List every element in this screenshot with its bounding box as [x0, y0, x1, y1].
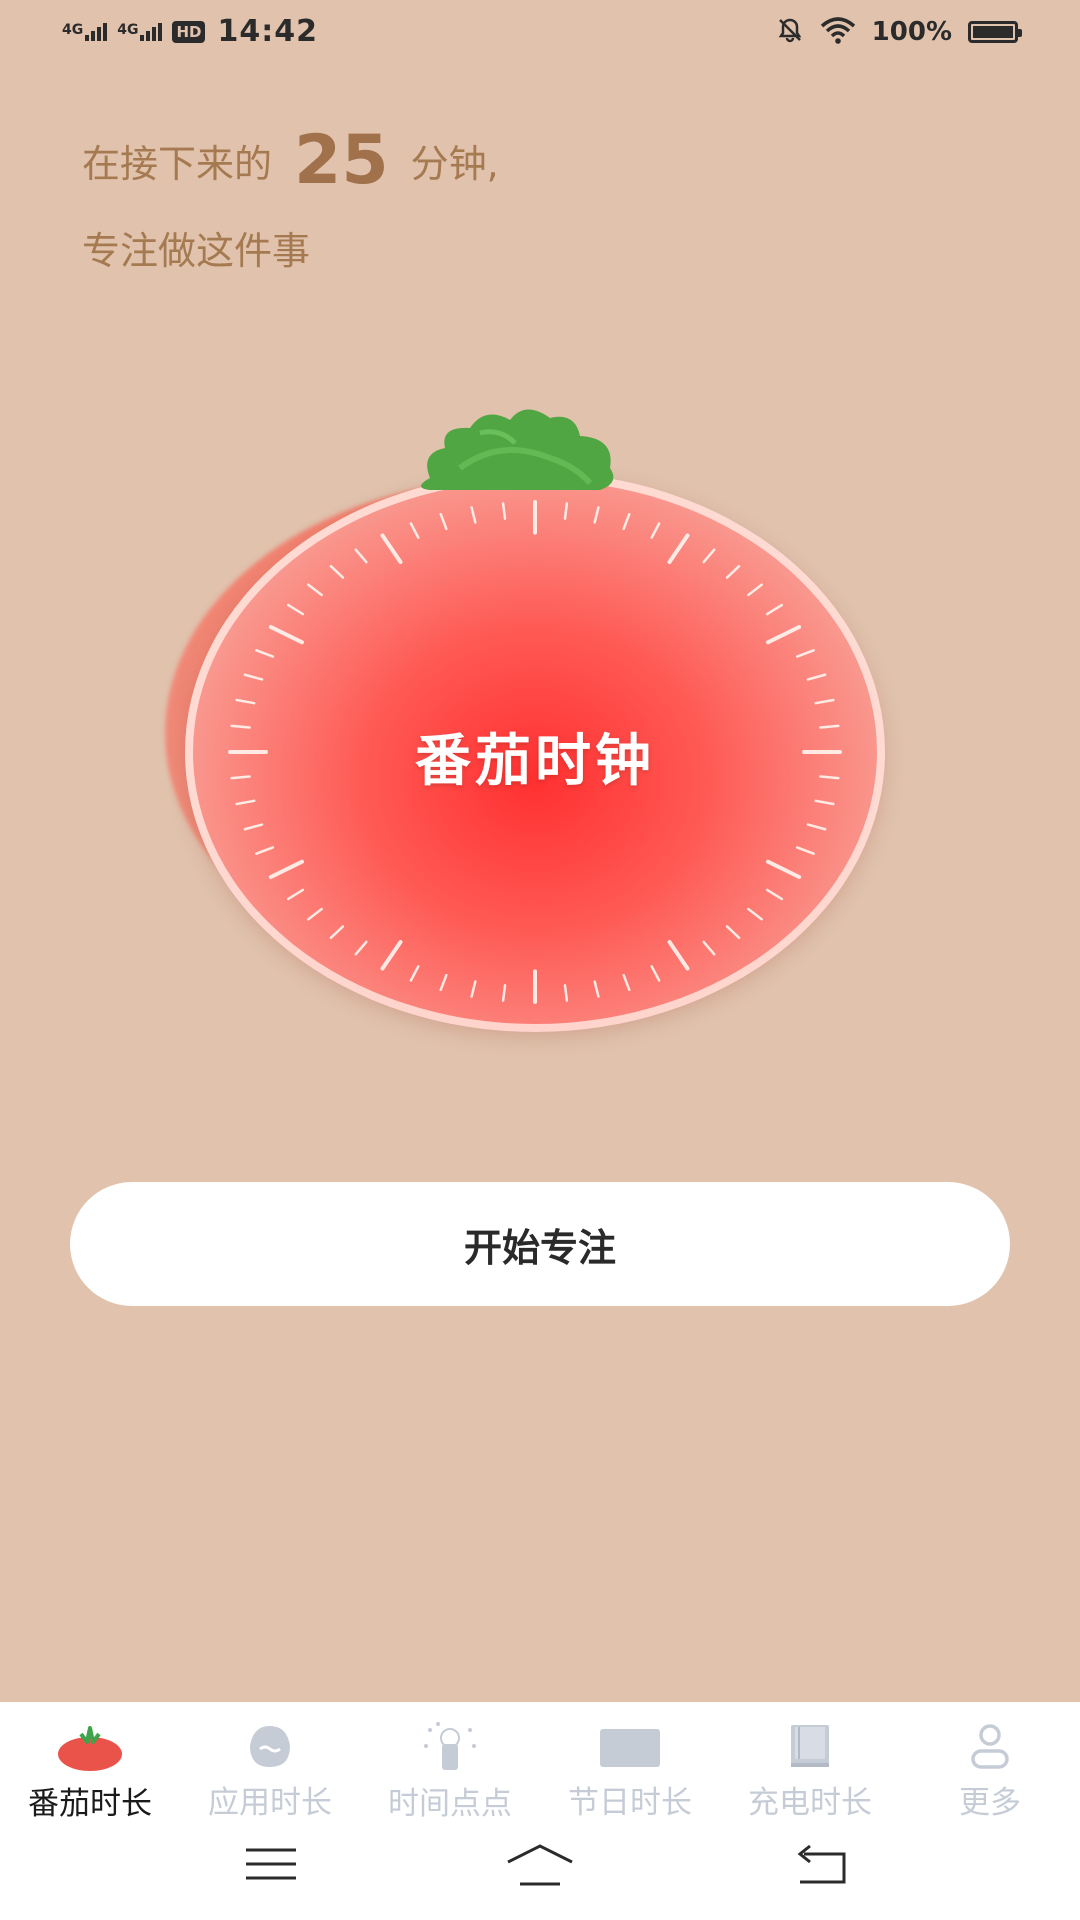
dial-minor-tick [286, 603, 305, 616]
dial-minor-tick [814, 698, 835, 705]
dial-minor-tick [329, 925, 345, 940]
tomato-leaf-icon [421, 409, 614, 490]
dial-minor-tick [235, 698, 256, 705]
dial-minor-tick [622, 973, 631, 992]
app-time-icon [245, 1720, 295, 1771]
headline-prefix: 在接下来的 [82, 141, 273, 186]
dial-minor-tick [747, 583, 763, 597]
dial-minor-tick [725, 925, 741, 940]
dial-minor-tick [725, 564, 741, 579]
nav-item-app-duration[interactable]: 应用时长 [180, 1702, 360, 1822]
dial-minor-tick [409, 522, 420, 539]
dial-minor-tick [593, 506, 600, 524]
time-dots-icon [418, 1720, 482, 1772]
tomato-clock[interactable]: 番茄时钟 [160, 398, 900, 1058]
nav-label: 番茄时长 [28, 1786, 152, 1822]
dial-minor-tick [235, 799, 256, 806]
wifi-icon [820, 16, 856, 48]
dial-minor-tick [501, 984, 507, 1002]
dial-minor-tick [563, 502, 569, 520]
dial-minor-tick [747, 907, 763, 921]
battery-percent: 100% [871, 17, 952, 47]
nav-label: 时间点点 [388, 1786, 512, 1822]
dial-major-tick [765, 859, 802, 879]
focus-headline: 在接下来的 25 分钟, 专注做这件事 [82, 118, 499, 275]
nav-label: 充电时长 [748, 1785, 872, 1821]
dial-minor-tick [409, 965, 420, 982]
dial-minor-tick [702, 548, 716, 564]
dial-minor-tick [307, 583, 323, 597]
dial-minor-tick [795, 846, 815, 855]
dial-major-tick [667, 533, 690, 564]
dial-major-tick [380, 940, 403, 971]
status-left: 4G 4G HD 14:42 [62, 14, 318, 49]
nav-item-time-dots[interactable]: 时间点点 [360, 1702, 540, 1822]
dial-minor-tick [255, 649, 275, 658]
dial-minor-tick [795, 649, 815, 658]
battery-icon [968, 21, 1022, 43]
system-nav-bar [0, 1822, 1080, 1920]
dial-minor-tick [622, 512, 631, 531]
tomato-icon [55, 1720, 125, 1772]
dial-minor-tick [765, 888, 784, 901]
dial-minor-tick [765, 603, 784, 616]
nav-item-more[interactable]: 更多 [900, 1702, 1080, 1822]
hd-icon: HD [172, 20, 206, 43]
dial-minor-tick [501, 502, 507, 520]
book-icon [785, 1720, 835, 1771]
dial-minor-tick [650, 965, 661, 982]
dial-minor-tick [470, 506, 477, 524]
dial-minor-tick [255, 846, 275, 855]
mute-bell-icon [776, 16, 804, 48]
home-icon[interactable] [504, 1844, 576, 1892]
dial-minor-tick [243, 673, 264, 681]
dial-minor-tick [439, 973, 448, 992]
dial-minor-tick [806, 673, 827, 681]
dial-major-tick [667, 940, 690, 971]
dial-minor-tick [286, 888, 305, 901]
dial-minor-tick [439, 512, 448, 531]
dial-major-tick [765, 625, 802, 645]
headline-task: 专注做这件事 [82, 229, 311, 273]
bottom-nav: 番茄时长 应用时长 时间点点 节日时长 充电时长 更多 [0, 1702, 1080, 1822]
nav-label: 应用时长 [208, 1785, 332, 1821]
dial-minor-tick [354, 548, 368, 564]
tomato-title: 番茄时钟 [415, 729, 655, 794]
dial-minor-tick [650, 522, 661, 539]
dial-minor-tick [702, 940, 716, 956]
status-time: 14:42 [217, 14, 318, 49]
dial-major-tick [380, 533, 403, 564]
headline-suffix: 分钟, [410, 141, 499, 186]
dial-minor-tick [354, 940, 368, 956]
dial-minor-tick [470, 980, 477, 998]
dial-minor-tick [329, 564, 345, 579]
dial-major-tick [268, 859, 305, 879]
nav-label: 更多 [959, 1785, 1021, 1821]
status-bar: 4G 4G HD 14:42 100% [0, 0, 1080, 70]
nav-item-charging-duration[interactable]: 充电时长 [720, 1702, 900, 1822]
status-right: 100% [776, 16, 1022, 48]
dial-minor-tick [563, 984, 569, 1002]
back-icon[interactable] [794, 1844, 850, 1892]
dial-minor-tick [806, 823, 827, 831]
dial-minor-tick [593, 980, 600, 998]
nav-item-tomato-duration[interactable]: 番茄时长 [0, 1702, 180, 1822]
nav-label: 节日时长 [568, 1785, 692, 1821]
signal-icon-2: 4G [117, 22, 163, 41]
start-focus-button[interactable]: 开始专注 [70, 1182, 1010, 1306]
dial-major-tick [268, 625, 305, 645]
nav-item-holiday-duration[interactable]: 节日时长 [540, 1702, 720, 1822]
focus-minutes[interactable]: 25 [294, 121, 389, 200]
menu-icon[interactable] [244, 1844, 298, 1888]
dial-minor-tick [307, 907, 323, 921]
user-icon [965, 1720, 1015, 1771]
signal-icon-1: 4G [62, 22, 108, 41]
dial-minor-tick [243, 823, 264, 831]
dial-minor-tick [814, 799, 835, 806]
calendar-icon [598, 1720, 662, 1771]
